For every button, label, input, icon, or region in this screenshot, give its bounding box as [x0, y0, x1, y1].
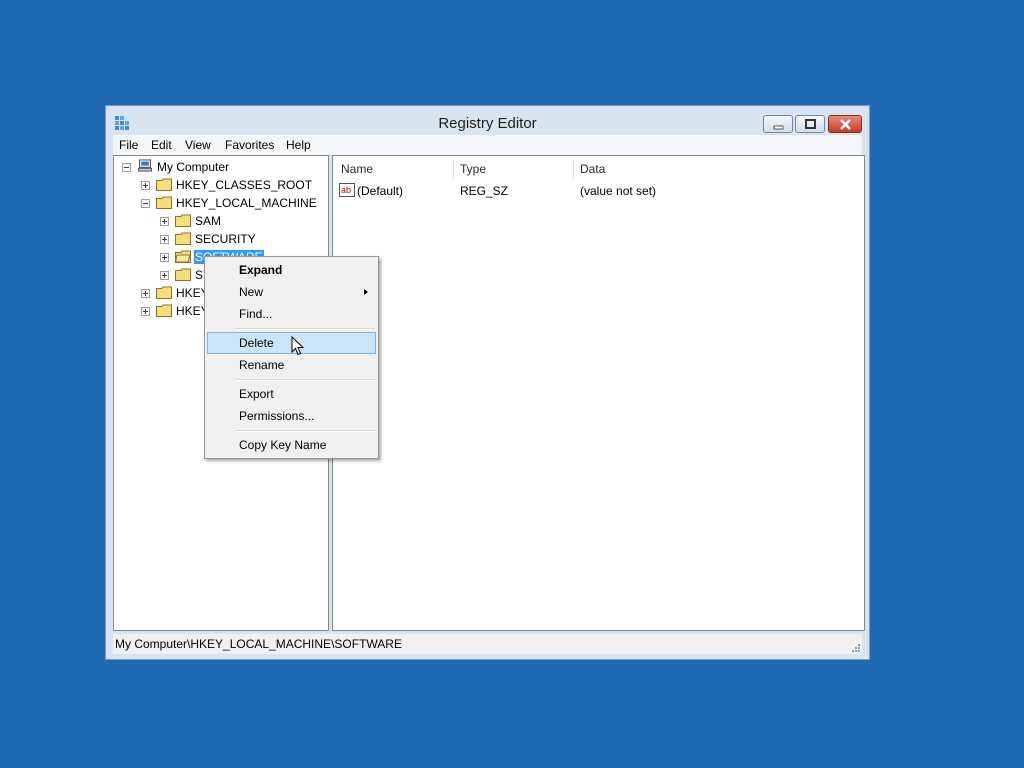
folder-icon — [156, 286, 172, 299]
menu-item-label: Rename — [239, 358, 285, 372]
tree-item-hkey-classes-root[interactable]: HKEY_CLASSES_ROOT — [114, 176, 328, 194]
collapse-toggle[interactable] — [122, 163, 131, 172]
tree-item-hkey-local-machine[interactable]: HKEY_LOCAL_MACHINE — [114, 194, 328, 212]
value-name: (Default) — [357, 184, 404, 198]
collapse-toggle[interactable] — [141, 199, 150, 208]
folder-icon — [156, 178, 172, 191]
menu-edit[interactable]: Edit — [151, 138, 172, 152]
tree-item-my-computer[interactable]: My Computer — [114, 158, 328, 176]
window-title: Registry Editor — [438, 115, 537, 132]
expand-toggle[interactable] — [160, 217, 169, 226]
mouse-cursor-icon — [291, 336, 305, 356]
value-type: REG_SZ — [460, 184, 509, 198]
expand-toggle[interactable] — [141, 181, 150, 190]
folder-icon — [175, 214, 191, 227]
menu-item-new[interactable]: New — [207, 281, 376, 303]
title-bar[interactable]: Registry Editor — [106, 106, 869, 138]
tree-item-sam[interactable]: SAM — [114, 212, 328, 230]
menu-item-label: Delete — [239, 336, 274, 350]
column-header-name[interactable]: Name — [341, 162, 373, 176]
menu-help[interactable]: Help — [286, 138, 311, 152]
column-divider[interactable] — [453, 159, 454, 179]
menu-separator — [235, 328, 375, 330]
tree-label: HKEY_LOCAL_MACHINE — [176, 196, 317, 210]
status-bar: My Computer\HKEY_LOCAL_MACHINE\SOFTWARE — [113, 634, 862, 654]
menu-item-label: Expand — [239, 263, 283, 277]
value-data: (value not set) — [580, 184, 657, 198]
expand-toggle[interactable] — [141, 307, 150, 316]
string-value-icon: ab — [339, 183, 355, 197]
computer-icon — [138, 159, 152, 172]
svg-text:ab: ab — [341, 185, 351, 195]
menu-favorites[interactable]: Favorites — [225, 138, 274, 152]
menu-bar: File Edit View Favorites Help — [113, 135, 862, 155]
folder-icon — [156, 196, 172, 209]
column-divider[interactable] — [573, 159, 574, 179]
close-button[interactable] — [828, 115, 862, 133]
menu-item-rename[interactable]: Rename — [207, 354, 376, 376]
folder-open-icon — [175, 250, 191, 263]
tree-label: HKEY_CLASSES_ROOT — [176, 178, 313, 192]
folder-icon — [175, 232, 191, 245]
folder-icon — [175, 268, 191, 281]
menu-view[interactable]: View — [185, 138, 211, 152]
maximize-button[interactable] — [795, 115, 825, 133]
menu-file[interactable]: File — [119, 138, 138, 152]
tree-label: SAM — [195, 214, 222, 228]
folder-icon — [156, 304, 172, 317]
menu-separator — [235, 430, 375, 432]
column-header-type[interactable]: Type — [460, 162, 486, 176]
menu-item-copy-key-name[interactable]: Copy Key Name — [207, 434, 376, 456]
menu-item-permissions[interactable]: Permissions... — [207, 405, 376, 427]
status-path: My Computer\HKEY_LOCAL_MACHINE\SOFTWARE — [115, 637, 402, 651]
expand-toggle[interactable] — [141, 289, 150, 298]
submenu-arrow-icon — [364, 289, 368, 295]
menu-item-label: Copy Key Name — [239, 438, 327, 452]
tree-item-security[interactable]: SECURITY — [114, 230, 328, 248]
tree-label: SECURITY — [195, 232, 256, 246]
expand-toggle[interactable] — [160, 253, 169, 262]
minimize-button[interactable] — [763, 115, 793, 133]
menu-item-find[interactable]: Find... — [207, 303, 376, 325]
expand-toggle[interactable] — [160, 235, 169, 244]
maximize-icon — [805, 119, 816, 129]
menu-separator — [235, 379, 375, 381]
menu-item-expand[interactable]: Expand — [207, 259, 376, 281]
menu-item-label: New — [239, 285, 264, 299]
column-header-data[interactable]: Data — [580, 162, 605, 176]
menu-item-export[interactable]: Export — [207, 383, 376, 405]
context-menu: Expand New Find... Delete Rename Export … — [204, 256, 379, 459]
resize-grip-icon[interactable] — [850, 642, 860, 652]
menu-item-label: Permissions... — [239, 409, 315, 423]
close-icon — [840, 119, 851, 130]
tree-label: My Computer — [157, 160, 230, 174]
menu-item-label: Export — [239, 387, 274, 401]
menu-item-label: Find... — [239, 307, 273, 321]
expand-toggle[interactable] — [160, 271, 169, 280]
values-list-pane[interactable]: Name Type Data ab (Default) REG_SZ (valu… — [332, 155, 865, 631]
minimize-icon — [773, 125, 784, 130]
